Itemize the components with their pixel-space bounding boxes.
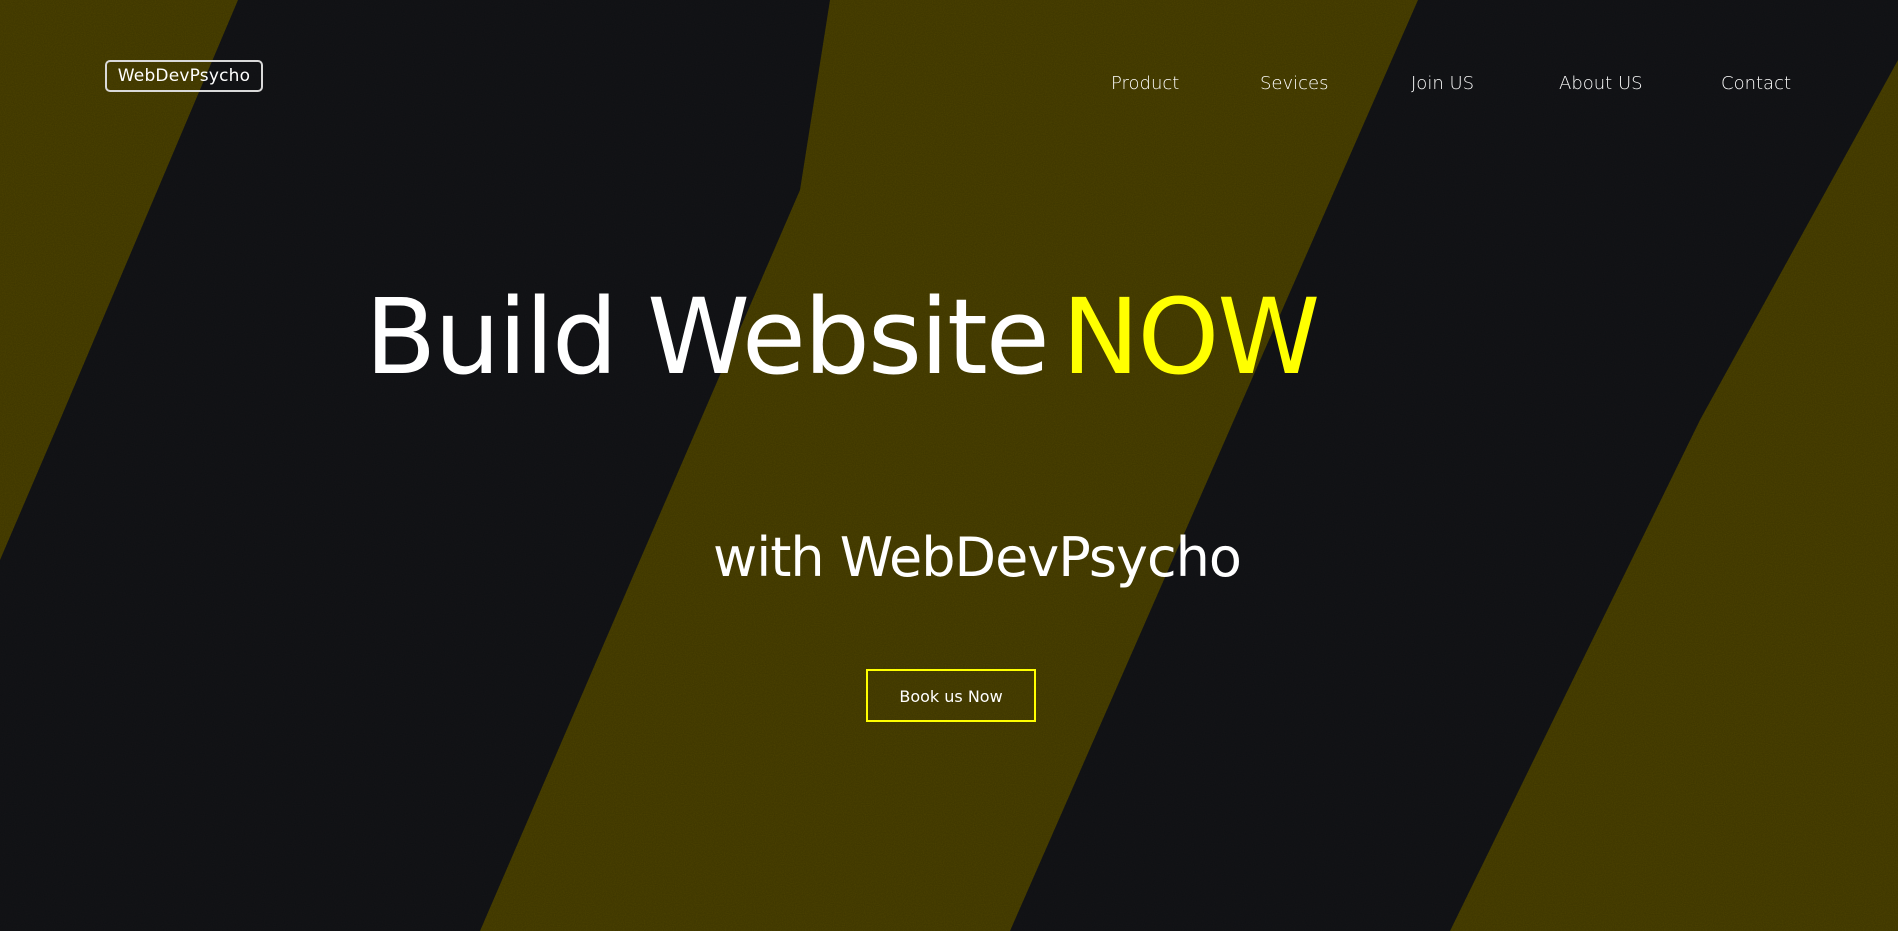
headline-main-text: Build Website [365, 276, 1050, 398]
logo-button[interactable]: WebDevPsycho [105, 60, 263, 92]
top-navigation: Product Sevices Join US About US Contact [1111, 72, 1811, 96]
book-us-now-button[interactable]: Book us Now [866, 669, 1036, 722]
striped-asphalt-background [0, 0, 1898, 931]
nav-item-product[interactable]: Product [1111, 72, 1179, 96]
nav-item-services[interactable]: Sevices [1260, 72, 1329, 96]
nav-item-join-us[interactable]: Join US [1411, 72, 1474, 96]
nav-item-contact[interactable]: Contact [1721, 72, 1791, 96]
hero-section: WebDevPsycho Product Sevices Join US Abo… [0, 0, 1898, 931]
hero-subheadline: with WebDevPsycho [713, 526, 1242, 589]
headline-accent-text: NOW [1061, 276, 1320, 398]
hero-headline: Build Website NOW [365, 282, 1320, 392]
nav-item-about-us[interactable]: About US [1559, 72, 1643, 96]
